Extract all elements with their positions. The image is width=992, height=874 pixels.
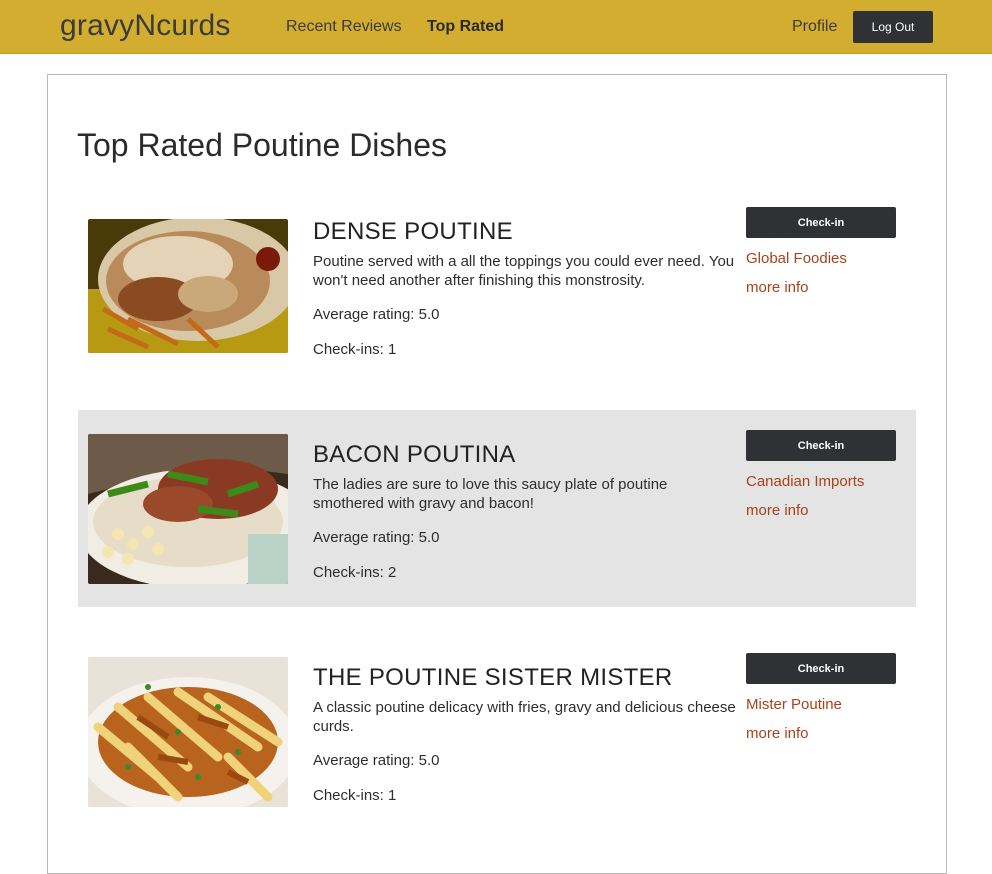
nav-recent-reviews[interactable]: Recent Reviews [286,18,402,36]
dish-name: THE POUTINE SISTER MISTER [313,664,673,691]
vendor-link[interactable]: Canadian Imports [746,473,864,490]
nav-top-rated[interactable]: Top Rated [427,18,504,36]
dish-card: BACON POUTINA The ladies are sure to lov… [78,410,916,607]
poutine-photo-icon [88,434,288,584]
dish-checkins-count: Check-ins: 2 [313,564,397,581]
dish-photo[interactable] [88,657,288,807]
dish-description: The ladies are sure to love this saucy p… [313,476,668,512]
vendor-link[interactable]: Mister Poutine [746,696,842,713]
dish-average-rating: Average rating: 5.0 [313,306,440,323]
page-title: Top Rated Poutine Dishes [77,127,447,163]
nav-profile[interactable]: Profile [792,18,837,36]
dish-description: Poutine served with a all the toppings y… [313,253,735,289]
vendor-link[interactable]: Global Foodies [746,250,847,267]
dish-name: DENSE POUTINE [313,218,513,245]
dish-photo[interactable] [88,434,288,584]
dish-description: A classic poutine delicacy with fries, g… [313,699,736,735]
check-in-button[interactable]: Check-in [746,207,896,238]
logout-button[interactable]: Log Out [853,11,933,43]
dish-card: THE POUTINE SISTER MISTER A classic pout… [78,633,916,830]
more-info-link[interactable]: more info [746,725,809,742]
dish-name: BACON POUTINA [313,441,516,468]
more-info-link[interactable]: more info [746,279,809,296]
check-in-button[interactable]: Check-in [746,430,896,461]
dish-checkins-count: Check-ins: 1 [313,341,397,358]
poutine-photo-icon [88,657,288,807]
dish-card: DENSE POUTINE Poutine served with a all … [78,187,916,384]
top-navbar: gravyNcurds Recent Reviews Top Rated Pro… [0,0,992,54]
check-in-button[interactable]: Check-in [746,653,896,684]
more-info-link[interactable]: more info [746,502,809,519]
poutine-photo-icon [88,219,288,353]
dish-average-rating: Average rating: 5.0 [313,529,440,546]
brand-logo[interactable]: gravyNcurds [60,9,231,43]
dish-average-rating: Average rating: 5.0 [313,752,440,769]
dish-photo[interactable] [88,219,288,353]
dish-checkins-count: Check-ins: 1 [313,787,397,804]
